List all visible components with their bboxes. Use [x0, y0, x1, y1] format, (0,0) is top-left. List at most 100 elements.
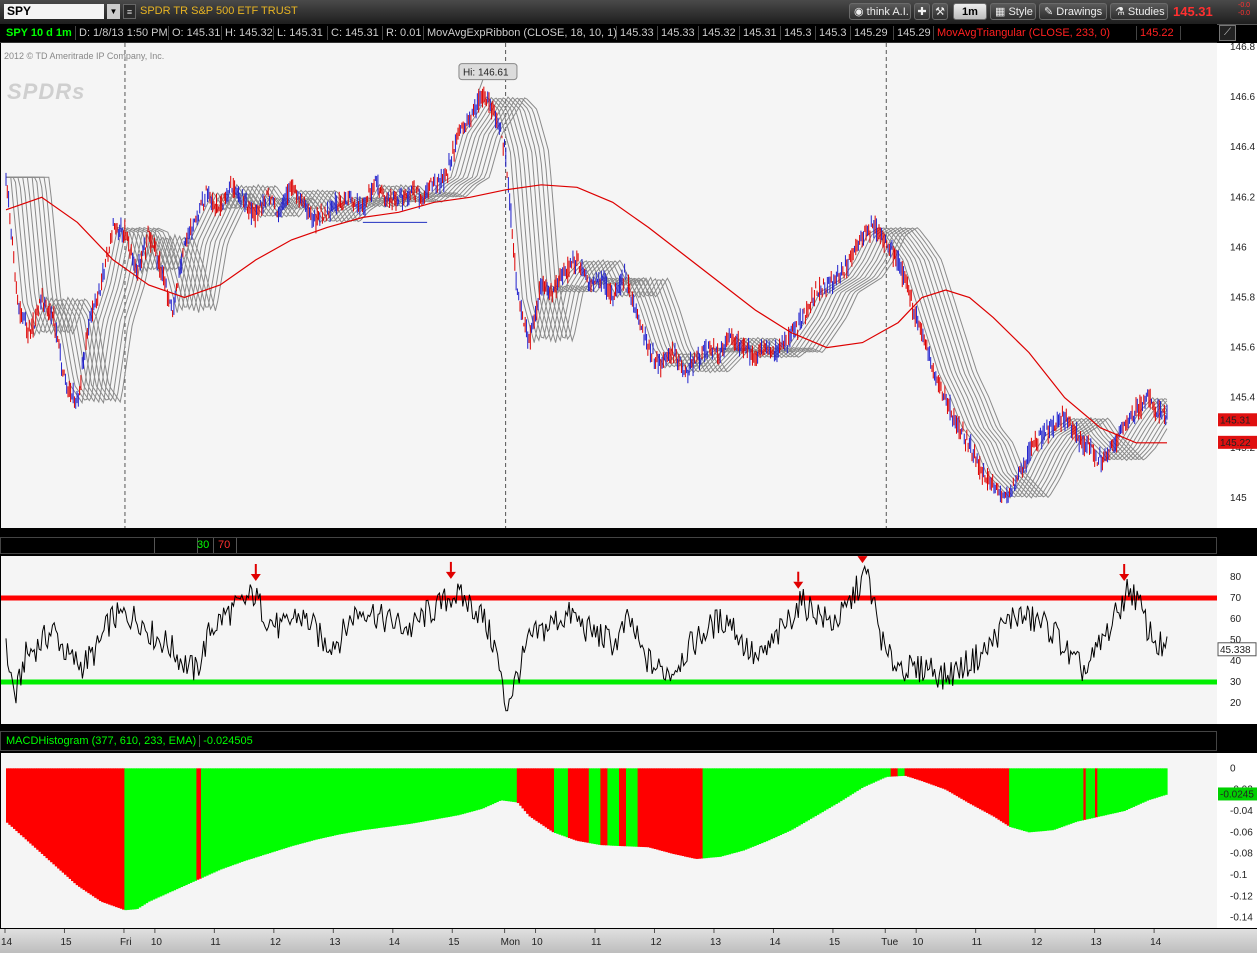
ribbon-band — [6, 96, 1168, 499]
triangular-label: MovAvgTriangular (CLOSE, 233, 0) — [934, 26, 1137, 40]
time-label: 11 — [972, 937, 983, 948]
studies-button[interactable]: ⚗ Studies — [1110, 3, 1168, 20]
price-tick-label: 146.6 — [1230, 92, 1255, 103]
macd-tick-label: -0.04 — [1230, 806, 1253, 817]
toolbar: SPY ▼ ≡ SPDR TR S&P 500 ETF TRUST ◉ thin… — [0, 0, 1257, 25]
bar-close: C: 145.31 — [328, 26, 383, 40]
macd-value-tag: -0.0245 — [1220, 789, 1254, 800]
macd-tick-label: 0 — [1230, 763, 1236, 774]
last-price: 145.31 — [1173, 4, 1213, 19]
bar-range: R: 0.01 — [383, 26, 424, 40]
price-tick-label: 145.4 — [1230, 393, 1255, 404]
time-label: 12 — [270, 937, 282, 948]
studies-label: Studies — [1127, 6, 1165, 18]
drawings-button[interactable]: ✎ Drawings — [1039, 3, 1107, 20]
macd-tick-label: -0.14 — [1230, 913, 1253, 924]
aggregation-button[interactable]: 1m — [953, 3, 987, 20]
ribbon-value: 145.29 — [851, 26, 894, 40]
sell-signal-arrowhead — [250, 574, 261, 581]
time-label: Mon — [501, 937, 520, 948]
sell-signal-arrowhead — [793, 581, 804, 589]
macd-header: MACDHistogram (377, 610, 233, EMA) -0.02… — [0, 731, 1217, 751]
high-annotation-label: Hi: 146.61 — [463, 68, 509, 79]
wrench-icon[interactable]: ⚒ — [932, 3, 948, 20]
macd-histogram-bar — [1164, 768, 1168, 795]
time-label: 14 — [389, 937, 401, 948]
ribbon-value: 145.3 — [781, 26, 816, 40]
macd-value: -0.024505 — [199, 735, 253, 747]
rsi-axis: 80 70 60 50 40 30 20 45.338 — [1217, 556, 1257, 724]
time-label: 11 — [591, 937, 602, 948]
bar-date: D: 1/8/13 1:50 PM — [76, 26, 169, 40]
macd-panel — [1, 753, 1217, 928]
macd-tick-label: -0.06 — [1230, 827, 1253, 838]
drawings-label: Drawings — [1056, 6, 1103, 18]
net-change-pct: -0.0 — [1238, 10, 1251, 17]
time-label: 10 — [151, 937, 163, 948]
time-label: Tue — [881, 937, 898, 948]
macd-chart — [6, 768, 1168, 911]
ribbon-value: 145.29 — [894, 26, 934, 40]
ribbon-value: 145.31 — [740, 26, 781, 40]
ribbon-value: 145.32 — [699, 26, 740, 40]
spdr-watermark-logo: SPDRs — [7, 79, 86, 104]
time-label: 12 — [650, 937, 662, 948]
rsi-tick-label: 70 — [1230, 593, 1242, 604]
pencil-icon: ✎ — [1044, 6, 1057, 18]
time-label: 14 — [1150, 937, 1162, 948]
style-label: Style — [1008, 6, 1033, 18]
symbol-input[interactable]: SPY — [4, 4, 104, 19]
symbol-lookup-icon[interactable]: ≡ — [123, 4, 136, 19]
symbol-period: SPY 10 d 1m — [3, 26, 76, 40]
price-tick-label: 146.8 — [1230, 43, 1255, 53]
time-label: 13 — [710, 937, 722, 948]
ribbon-value: 145.33 — [617, 26, 658, 40]
rsi-line — [5, 564, 1168, 712]
time-label: Fri — [120, 937, 132, 948]
think-ai-button[interactable]: ◉ think A.I. — [849, 3, 911, 20]
info-bar: SPY 10 d 1m D: 1/8/13 1:50 PM O: 145.31 … — [0, 24, 1217, 43]
rsi-header-cell — [154, 538, 198, 553]
net-change-value: -0.0 — [1238, 2, 1251, 9]
price-tick-label: 145 — [1230, 493, 1247, 504]
rsi-value-tag: 45.338 — [1220, 645, 1251, 656]
sell-signal-arrowhead — [445, 571, 456, 579]
ribbon-value: 145.33 — [658, 26, 699, 40]
price-axis: 146.8 146.6 146.4 146.2 146 145.8 145.6 145.4 14… — [1217, 43, 1257, 528]
macd-tick-label: -0.08 — [1230, 849, 1253, 860]
time-label: 15 — [60, 937, 72, 948]
rsi-tick-label: 20 — [1230, 698, 1242, 709]
rsi-chart — [1, 556, 1217, 712]
time-label: 13 — [329, 937, 341, 948]
time-axis: 14 15 Fri 10 11 12 13 14 15 Mon 10 11 12 13 14 15 Tue 10 1… — [0, 929, 1257, 953]
time-label: 10 — [912, 937, 924, 948]
macd-axis: 0-0.02-0.04-0.06-0.08-0.1-0.12-0.14-0.02… — [1217, 753, 1257, 928]
ma-price-tag: 145.22 — [1220, 438, 1251, 449]
price-tick-label: 146 — [1230, 242, 1247, 253]
rsi-tick-label: 60 — [1230, 614, 1242, 625]
time-label: 10 — [532, 937, 544, 948]
crosshair-icon[interactable]: ✚ — [914, 3, 930, 20]
rsi-header: 30 70 — [0, 537, 1217, 554]
price-panel: Hi: 146.61 2012 © TD Ameritrade IP Compa… — [1, 43, 1217, 528]
macd-label: MACDHistogram (377, 610, 233, EMA) — [6, 735, 197, 747]
studies-icon: ⚗ — [1115, 6, 1128, 18]
rsi-panel — [1, 556, 1217, 724]
think-icon: ◉ — [854, 6, 867, 18]
bar-high: H: 145.32 — [222, 26, 274, 40]
time-label: 13 — [1091, 937, 1103, 948]
copyright-text: 2012 © TD Ameritrade IP Company, Inc. — [4, 51, 165, 61]
rsi-tick-label: 30 — [1230, 677, 1242, 688]
net-change: -0.0 -0.0 — [1238, 2, 1250, 18]
symbol-description: SPDR TR S&P 500 ETF TRUST — [140, 5, 298, 17]
chart-style-toggle-icon[interactable]: ⟋ — [1219, 25, 1236, 41]
rsi-tick-label: 40 — [1230, 656, 1242, 667]
time-label: 12 — [1031, 937, 1043, 948]
style-button[interactable]: ▦ Style — [990, 3, 1036, 20]
price-chart: Hi: 146.61 — [5, 43, 1168, 528]
ribbon-value: 145.3 — [816, 26, 851, 40]
symbol-dropdown-icon[interactable]: ▼ — [107, 4, 120, 19]
macd-tick-label: -0.12 — [1230, 891, 1253, 902]
triangular-value: 145.22 — [1137, 26, 1181, 40]
price-tick-label: 146.2 — [1230, 192, 1255, 203]
